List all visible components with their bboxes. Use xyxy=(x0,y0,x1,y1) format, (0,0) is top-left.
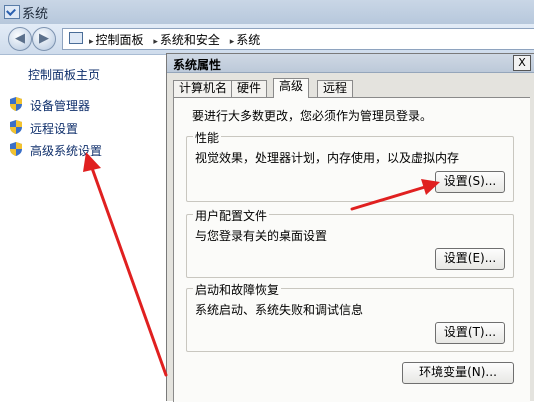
advanced-tab-panel: 要进行大多数更改，您必须作为管理员登录。 性能 视觉效果，处理器计划，内存使用，… xyxy=(173,97,530,402)
chevron-right-icon: ▸ xyxy=(153,37,158,47)
startup-recovery-group: 启动和故障恢复 系统启动、系统失败和调试信息 设置(T)... xyxy=(186,281,514,352)
system-properties-dialog: 系统属性 X 计算机名 硬件 高级 远程 要进行大多数更改，您必须作为管理员登录… xyxy=(166,53,534,402)
dialog-titlebar: 系统属性 X xyxy=(167,54,534,73)
shield-icon xyxy=(10,97,22,111)
tab-computer-name[interactable]: 计算机名 xyxy=(173,80,234,97)
breadcrumb-control-panel[interactable]: 控制面板 xyxy=(96,33,144,47)
sidebar-item-label: 远程设置 xyxy=(30,122,79,136)
close-icon: X xyxy=(518,56,526,69)
dialog-title: 系统属性 xyxy=(173,58,222,72)
address-bar[interactable]: ▸ 控制面板 ▸ 系统和安全 ▸ 系统 xyxy=(62,28,534,50)
group-title: 用户配置文件 xyxy=(193,207,270,224)
control-panel-home-link[interactable]: 控制面板主页 xyxy=(28,66,100,83)
sidebar-item-label: 高级系统设置 xyxy=(30,144,103,158)
back-button[interactable]: ◀ xyxy=(8,27,32,51)
user-profiles-group: 用户配置文件 与您登录有关的桌面设置 设置(E)... xyxy=(186,207,514,278)
chevron-right-icon: ▸ xyxy=(229,37,235,47)
back-arrow-icon: ◀ xyxy=(15,31,25,46)
group-title: 性能 xyxy=(193,129,222,146)
tab-advanced[interactable]: 高级 xyxy=(273,78,310,98)
tab-strip: 计算机名 硬件 高级 远程 xyxy=(173,78,529,98)
sidebar-item-label: 设备管理器 xyxy=(30,99,91,113)
address-toolbar: ◀ ▶ ▸ 控制面板 ▸ 系统和安全 ▸ 系统 xyxy=(0,24,534,55)
close-button[interactable]: X xyxy=(513,55,531,71)
group-title: 启动和故障恢复 xyxy=(193,281,282,298)
breadcrumb-system-security[interactable]: 系统和安全 xyxy=(160,33,220,47)
chevron-right-icon: ▸ xyxy=(89,37,94,47)
tab-remote[interactable]: 远程 xyxy=(317,80,354,97)
system-window-icon xyxy=(4,5,20,19)
forward-button[interactable]: ▶ xyxy=(32,27,56,51)
admin-note: 要进行大多数更改，您必须作为管理员登录。 xyxy=(192,109,433,123)
tab-hardware[interactable]: 硬件 xyxy=(231,80,268,97)
performance-settings-button[interactable]: 设置(S)... xyxy=(435,171,505,193)
forward-arrow-icon: ▶ xyxy=(39,31,49,46)
left-nav-pane: 控制面板主页 设备管理器 远程设置 高级系统设置 xyxy=(0,55,166,400)
window-title: 系统 xyxy=(22,7,49,22)
shield-icon xyxy=(10,142,22,156)
control-panel-icon xyxy=(69,32,83,44)
window-titlebar: 系统 xyxy=(0,0,534,25)
breadcrumb: ▸ 控制面板 ▸ 系统和安全 ▸ 系统 xyxy=(85,31,262,48)
group-description: 与您登录有关的桌面设置 xyxy=(195,229,328,243)
shield-icon xyxy=(10,120,22,134)
user-profile-settings-button[interactable]: 设置(E)... xyxy=(435,248,505,270)
performance-group: 性能 视觉效果，处理器计划，内存使用，以及虚拟内存 设置(S)... xyxy=(186,129,514,202)
startup-recovery-settings-button[interactable]: 设置(T)... xyxy=(435,322,505,344)
breadcrumb-system[interactable]: 系统 xyxy=(236,33,260,47)
group-description: 系统启动、系统失败和调试信息 xyxy=(195,303,364,317)
group-description: 视觉效果，处理器计划，内存使用，以及虚拟内存 xyxy=(195,151,460,165)
environment-variables-button[interactable]: 环境变量(N)... xyxy=(402,362,514,384)
